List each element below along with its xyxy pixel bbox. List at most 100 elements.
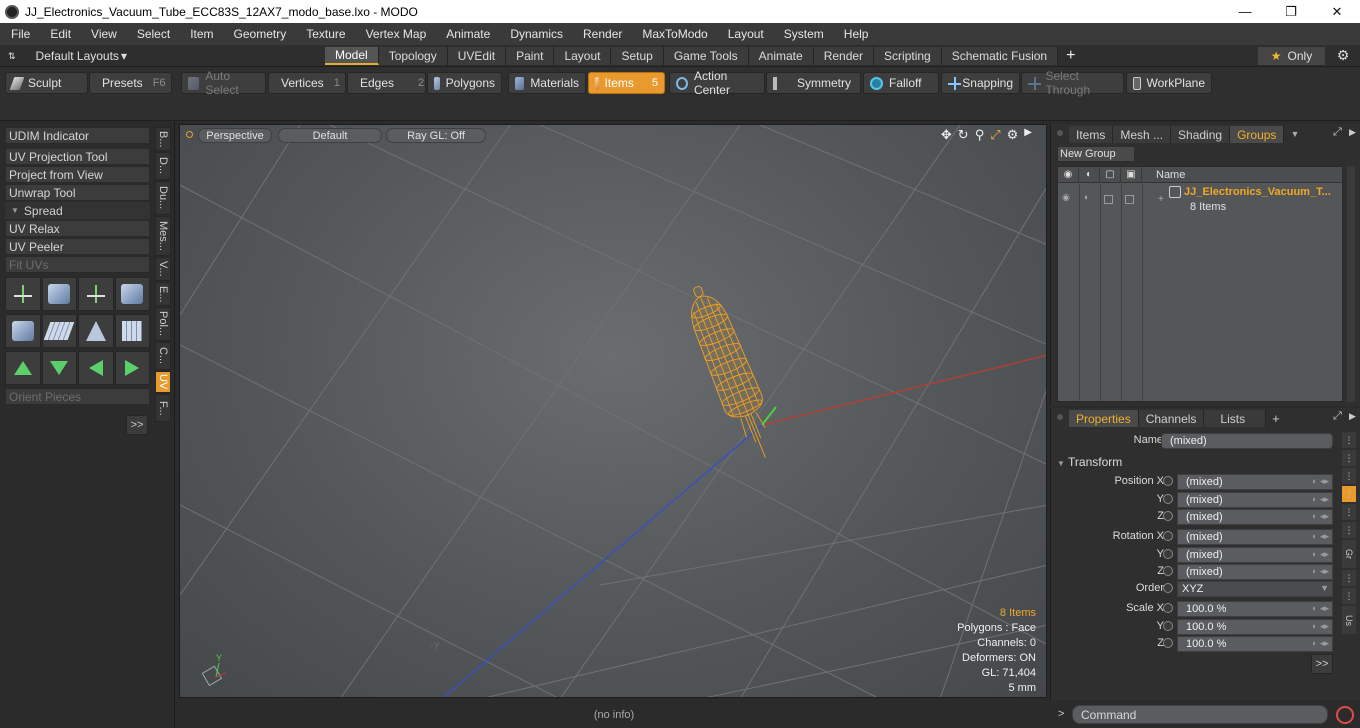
- menu-file[interactable]: File: [0, 27, 39, 41]
- more-tools-button[interactable]: >>: [126, 415, 148, 435]
- scale-x-stepper[interactable]: ◐ ◂▸: [1312, 603, 1329, 614]
- orient-pieces-button[interactable]: Orient Pieces: [5, 388, 150, 405]
- rotation-y-radio[interactable]: [1163, 549, 1173, 559]
- side-handle[interactable]: ⋮: [1342, 570, 1356, 586]
- stop-record-icon[interactable]: [1336, 706, 1354, 724]
- gear-icon[interactable]: ⚙: [1334, 47, 1352, 65]
- properties-arrow-icon[interactable]: ▶: [1349, 411, 1356, 422]
- menu-texture[interactable]: Texture: [295, 27, 354, 41]
- 3d-viewport[interactable]: Perspective Default Ray GL: Off ✥ ↻ ⚲ ⤢ …: [179, 124, 1047, 698]
- select-checkbox[interactable]: [1125, 195, 1134, 204]
- visibility-col-icon[interactable]: ◉: [1058, 166, 1079, 183]
- expand-group-icon[interactable]: +: [1158, 194, 1164, 205]
- viewport-gear-icon[interactable]: ⚙: [1007, 127, 1019, 143]
- pan-icon[interactable]: ✥: [941, 127, 952, 143]
- side-handle[interactable]: ⋮: [1342, 522, 1356, 538]
- minimize-button[interactable]: —: [1222, 0, 1268, 23]
- render-toggle-icon[interactable]: ◐: [1084, 192, 1089, 202]
- uv-pyramid-button[interactable]: [78, 314, 114, 348]
- viewport-menu-dot[interactable]: [186, 131, 193, 138]
- snapping-button[interactable]: Snapping: [941, 72, 1020, 94]
- expand-arrow-icon[interactable]: ▶: [1024, 127, 1032, 143]
- align-left-button[interactable]: [78, 351, 114, 385]
- default-layouts-dropdown[interactable]: ⇅ Default Layouts ▾: [8, 48, 127, 64]
- menu-render[interactable]: Render: [572, 27, 631, 41]
- panel-arrow-icon[interactable]: ▶: [1349, 127, 1356, 138]
- tab-layout[interactable]: Layout: [554, 47, 612, 65]
- vtab-deform[interactable]: D...: [155, 152, 171, 180]
- position-x-field[interactable]: (mixed): [1177, 474, 1333, 490]
- tab-scripting[interactable]: Scripting: [874, 47, 942, 65]
- udim-indicator-button[interactable]: UDIM Indicator: [5, 127, 150, 144]
- eye-icon[interactable]: ◉: [1062, 192, 1070, 203]
- vtab-edge[interactable]: E...: [155, 282, 171, 306]
- side-tab-us[interactable]: Us: [1342, 606, 1356, 634]
- only-toggle[interactable]: ★ Only: [1258, 47, 1325, 65]
- rotation-z-radio[interactable]: [1163, 566, 1173, 576]
- rotation-y-field[interactable]: (mixed): [1177, 547, 1333, 563]
- rotation-x-field[interactable]: (mixed): [1177, 529, 1333, 545]
- tab-game-tools[interactable]: Game Tools: [663, 47, 749, 65]
- vtab-fusion[interactable]: F...: [155, 394, 171, 422]
- tab-shading[interactable]: Shading: [1171, 126, 1231, 143]
- sculpt-button[interactable]: Sculpt: [5, 72, 88, 94]
- tab-uvedit[interactable]: UVEdit: [447, 47, 507, 65]
- group-row[interactable]: ◉ ◐ + JJ_Electronics_Vacuum_T... 8 Items: [1058, 184, 1342, 214]
- orbit-icon[interactable]: ↻: [958, 127, 969, 143]
- properties-menu-dot[interactable]: [1057, 414, 1063, 420]
- scale-x-radio[interactable]: [1163, 603, 1173, 613]
- name-field[interactable]: (mixed): [1161, 433, 1333, 449]
- tab-mesh-ops[interactable]: Mesh ...: [1113, 126, 1172, 143]
- menu-vertex-map[interactable]: Vertex Map: [355, 27, 436, 41]
- position-y-radio[interactable]: [1163, 494, 1173, 504]
- uv-scale-tool-button[interactable]: [78, 277, 114, 311]
- workplane-button[interactable]: WorkPlane: [1126, 72, 1212, 94]
- shading-style-dropdown[interactable]: Default: [278, 128, 382, 143]
- lock-checkbox[interactable]: [1104, 195, 1113, 204]
- menu-system[interactable]: System: [773, 27, 833, 41]
- menu-view[interactable]: View: [80, 27, 126, 41]
- align-up-button[interactable]: [5, 351, 41, 385]
- menu-geometry[interactable]: Geometry: [223, 27, 296, 41]
- perspective-dropdown[interactable]: Perspective: [198, 128, 272, 143]
- vertices-button[interactable]: Vertices 1: [268, 72, 346, 94]
- scale-z-field[interactable]: 100.0 %: [1177, 636, 1333, 652]
- order-select[interactable]: XYZ: [1177, 581, 1333, 597]
- zoom-icon[interactable]: ⚲: [975, 127, 985, 143]
- select-col-icon[interactable]: ▣: [1121, 166, 1142, 183]
- side-tab-gr[interactable]: Gr: [1342, 540, 1356, 568]
- scale-y-field[interactable]: 100.0 %: [1177, 619, 1333, 635]
- polygons-button[interactable]: Polygons: [427, 72, 502, 94]
- more-properties-button[interactable]: >>: [1311, 654, 1333, 674]
- side-handle[interactable]: ⋮: [1342, 504, 1356, 520]
- maximize-button[interactable]: ❐: [1268, 0, 1314, 23]
- rotation-x-stepper[interactable]: ◐ ◂▸: [1312, 531, 1329, 542]
- render-col-icon[interactable]: ◐: [1079, 166, 1100, 183]
- tab-render[interactable]: Render: [813, 47, 875, 65]
- tab-model[interactable]: Model: [325, 47, 379, 65]
- expand-properties-icon[interactable]: ⤢: [1333, 410, 1342, 423]
- vtab-curve[interactable]: C...: [155, 342, 171, 370]
- menu-maxtomodo[interactable]: MaxToModo: [631, 27, 716, 41]
- scale-y-radio[interactable]: [1163, 621, 1173, 631]
- vtab-basic[interactable]: B...: [155, 127, 171, 151]
- edges-button[interactable]: Edges 2: [347, 72, 426, 94]
- tab-channels[interactable]: Channels: [1138, 410, 1205, 427]
- rotation-y-stepper[interactable]: ◐ ◂▸: [1312, 549, 1329, 560]
- transform-section[interactable]: ▼ Transform: [1057, 455, 1122, 469]
- position-z-stepper[interactable]: ◐ ◂▸: [1312, 511, 1329, 522]
- align-down-button[interactable]: [41, 351, 77, 385]
- project-from-view-button[interactable]: Project from View: [5, 166, 150, 183]
- vacuum-tube-model[interactable]: [678, 280, 784, 466]
- auto-select-button[interactable]: Auto Select: [181, 69, 266, 97]
- vtab-uv[interactable]: UV: [155, 371, 171, 393]
- falloff-button[interactable]: Falloff: [863, 72, 939, 94]
- items-button[interactable]: Items 5: [588, 72, 665, 94]
- side-handle[interactable]: ⋮: [1342, 468, 1356, 484]
- uv-grid-button[interactable]: [41, 314, 77, 348]
- uv-relax-button[interactable]: UV Relax: [5, 220, 150, 237]
- tab-paint[interactable]: Paint: [506, 47, 555, 65]
- position-z-field[interactable]: (mixed): [1177, 509, 1333, 525]
- tab-topology[interactable]: Topology: [378, 47, 448, 65]
- side-handle-active[interactable]: ⋮: [1342, 486, 1356, 502]
